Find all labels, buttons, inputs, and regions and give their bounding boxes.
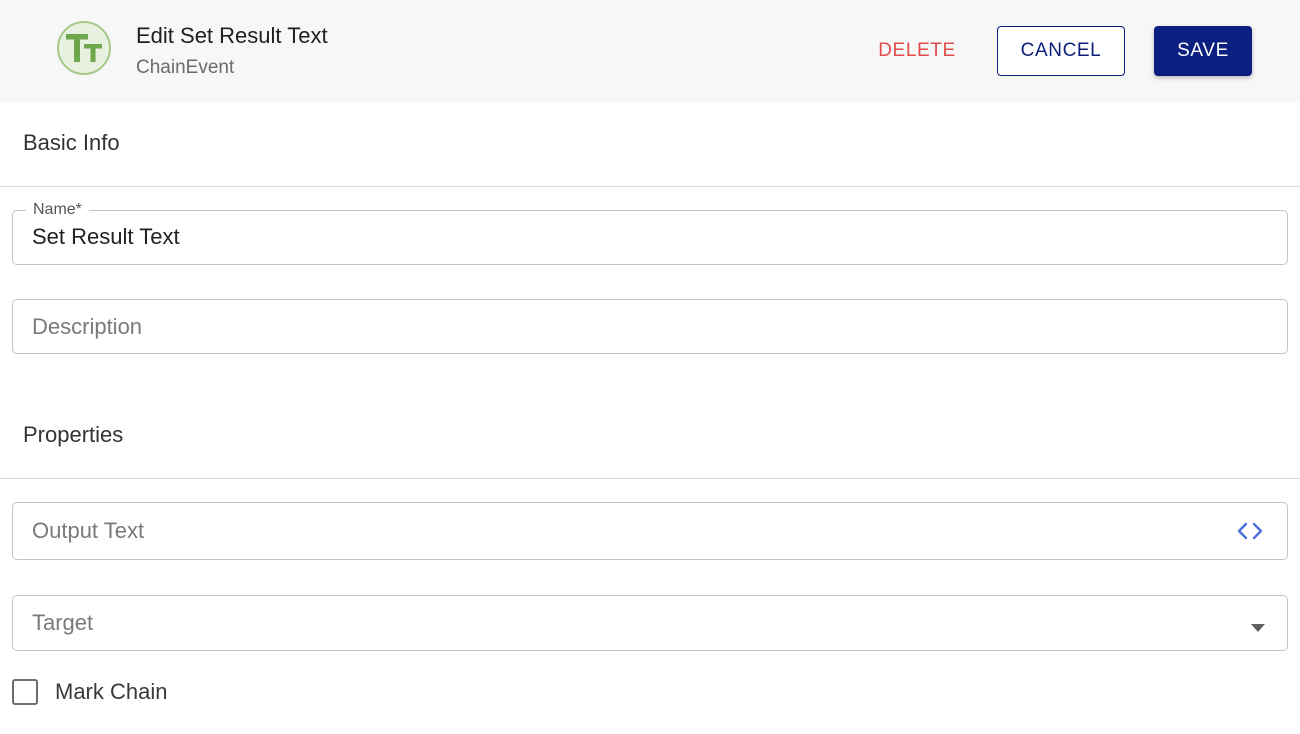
output-text-field[interactable]: Output Text <box>12 502 1288 560</box>
description-placeholder: Description <box>32 314 143 339</box>
output-text-placeholder: Output Text <box>32 518 145 543</box>
mark-chain-checkbox[interactable] <box>12 679 38 705</box>
cancel-button[interactable]: CANCEL <box>997 26 1125 76</box>
target-placeholder: Target <box>32 610 94 635</box>
mark-chain-row[interactable]: Mark Chain <box>12 677 167 707</box>
target-select[interactable]: Target <box>12 595 1288 651</box>
mark-chain-label[interactable]: Mark Chain <box>55 678 167 706</box>
dialog-header: Edit Set Result Text ChainEvent DELETE C… <box>0 0 1300 102</box>
name-field[interactable]: Name* Set Result Text <box>12 200 1288 265</box>
section-title-basic-info: Basic Info <box>23 130 120 155</box>
dialog-subtitle: ChainEvent <box>136 57 235 78</box>
name-field-value: Set Result Text <box>32 224 180 249</box>
text-type-icon <box>57 21 111 75</box>
title-block: Edit Set Result Text ChainEvent <box>136 22 328 80</box>
section-title-properties: Properties <box>23 422 124 447</box>
divider <box>0 186 1300 187</box>
divider <box>0 478 1300 479</box>
code-brackets-icon[interactable] <box>1237 520 1263 547</box>
description-field[interactable]: Description <box>12 299 1288 354</box>
edit-dialog: Edit Set Result Text ChainEvent DELETE C… <box>0 0 1300 734</box>
dialog-title: Edit Set Result Text <box>136 23 328 48</box>
name-field-label: Name* <box>26 200 89 220</box>
save-button[interactable]: SAVE <box>1154 26 1252 76</box>
dropdown-arrow-icon[interactable] <box>1251 619 1265 637</box>
delete-button[interactable]: DELETE <box>862 26 972 76</box>
